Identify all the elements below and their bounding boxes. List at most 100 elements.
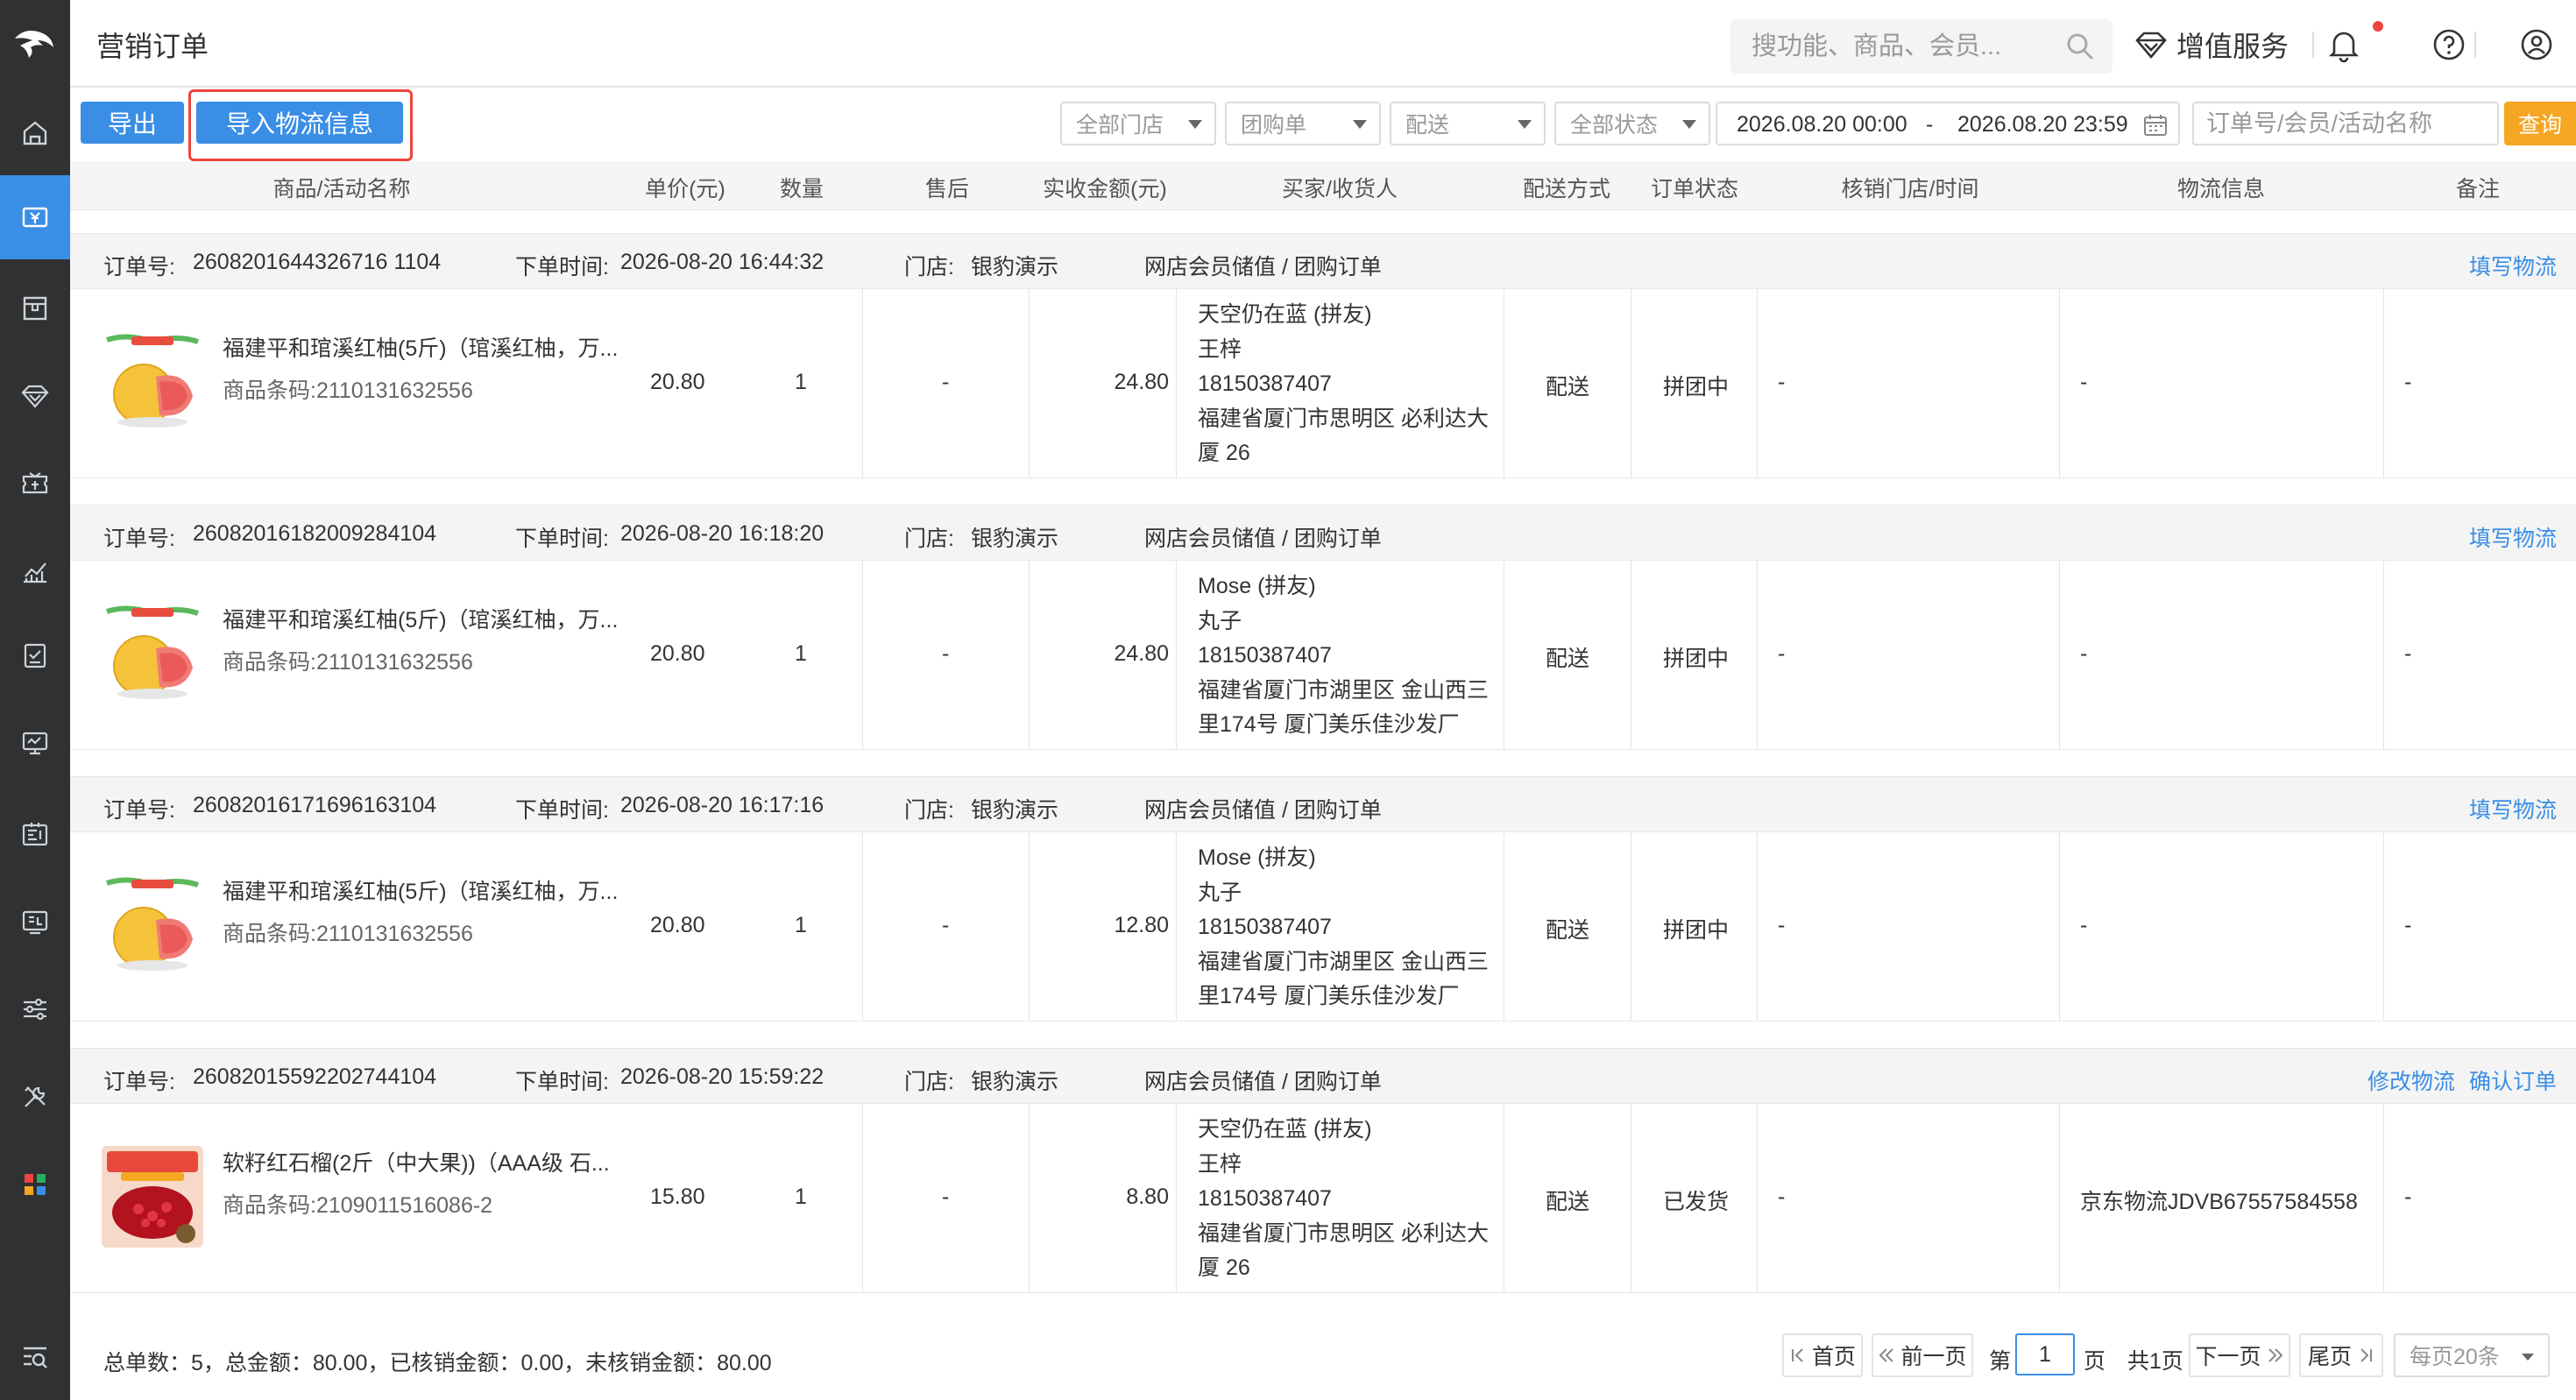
logistics-info: - — [2080, 370, 2088, 394]
date-range-picker[interactable]: 2026.08.20 00:00 - 2026.08.20 23:59 — [1716, 102, 2180, 145]
product-name[interactable]: 福建平和琯溪红柚(5斤)（琯溪红柚，万... — [223, 331, 618, 363]
tools-icon — [25, 1086, 46, 1107]
product-name[interactable]: 福建平和琯溪红柚(5斤)（琯溪红柚，万... — [223, 603, 618, 634]
search-icon[interactable] — [2065, 32, 2095, 61]
product-code: 商品条码:2110131632556 — [223, 916, 473, 948]
help-icon[interactable] — [2431, 26, 2467, 63]
global-search-input[interactable] — [1730, 19, 2063, 74]
sidebar-item-goods[interactable] — [0, 266, 70, 350]
order-action-primary[interactable]: 填写物流 — [2469, 521, 2557, 553]
per-page-select[interactable]: 每页20条 — [2394, 1333, 2550, 1377]
sidebar-item-orders[interactable] — [0, 175, 70, 259]
first-page-button[interactable]: 首页 — [1782, 1333, 1863, 1377]
status-select-value: 全部状态 — [1570, 113, 1659, 138]
paid-amount: 24.80 — [1114, 370, 1169, 394]
next-page-label: 下一页 — [2195, 1345, 2261, 1369]
id-card-icon — [22, 823, 48, 846]
after-sale: - — [942, 913, 950, 937]
divider — [2474, 32, 2476, 58]
pomelo-product-icon — [102, 603, 203, 704]
divider — [1176, 1104, 1177, 1293]
query-button[interactable]: 查询 — [2504, 102, 2576, 145]
diamond-icon — [2135, 32, 2167, 60]
last-page-icon — [2360, 1348, 2372, 1362]
product-image[interactable] — [102, 874, 203, 976]
global-search[interactable] — [1730, 19, 2112, 74]
sidebar-item-home[interactable] — [0, 91, 70, 175]
sidebar-item-tools[interactable] — [0, 1055, 70, 1139]
order-action-primary[interactable]: 确认订单 — [2469, 1064, 2557, 1096]
order-no[interactable]: 26082015592202744104 — [193, 1064, 436, 1090]
divider — [2383, 832, 2384, 1022]
sidebar-item-tasks[interactable] — [0, 613, 70, 697]
divider — [1757, 289, 1758, 478]
store-select[interactable]: 全部门店 — [1060, 102, 1216, 145]
receiver-address-line1: 福建省厦门市湖里区 金山西三 — [1198, 677, 1489, 703]
brand-logo-icon — [15, 31, 53, 58]
store-label: 门店: — [904, 1070, 954, 1094]
sidebar-item-apps[interactable] — [0, 1142, 70, 1227]
divider — [1757, 1104, 1758, 1293]
sidebar-item-settings[interactable] — [0, 967, 70, 1051]
order-source: 网店会员储值 / 团购订单 — [1144, 1070, 1382, 1094]
column-header: 数量 — [779, 177, 824, 202]
buyer-name: Mose (拼友) — [1198, 845, 1316, 870]
next-page-button[interactable]: 下一页 — [2189, 1333, 2290, 1377]
product-image[interactable] — [102, 603, 203, 704]
product-image[interactable] — [102, 1146, 203, 1248]
value-added-service-button[interactable]: 增值服务 — [2134, 23, 2289, 67]
delivery-select[interactable]: 配送 — [1390, 102, 1546, 145]
column-header: 订单状态 — [1650, 177, 1739, 202]
unit-price: 20.80 — [650, 641, 705, 666]
order-action-primary[interactable]: 填写物流 — [2469, 793, 2557, 824]
highlight-box — [188, 89, 413, 161]
order-action-primary[interactable]: 填写物流 — [2469, 250, 2557, 281]
status-select[interactable]: 全部状态 — [1554, 102, 1710, 145]
buyer-name: Mose (拼友) — [1198, 574, 1316, 598]
double-chevron-right-icon — [2268, 1348, 2282, 1362]
remark: - — [2404, 913, 2412, 937]
sidebar-item-cashier[interactable] — [0, 880, 70, 964]
sidebar-item-marketing[interactable] — [0, 442, 70, 526]
order-action-secondary[interactable]: 修改物流 — [2367, 1064, 2455, 1096]
column-header: 核销门店/时间 — [1841, 177, 1979, 202]
product-image[interactable] — [102, 331, 203, 433]
bell-icon[interactable] — [2325, 26, 2362, 63]
menu-search-icon — [24, 1347, 47, 1368]
unit-price: 20.80 — [650, 913, 705, 937]
product-code-label: 商品条码: — [223, 650, 316, 675]
page-number-input[interactable] — [2015, 1333, 2075, 1375]
sidebar-item-members[interactable] — [0, 354, 70, 438]
divider — [1029, 1104, 1030, 1293]
export-button[interactable]: 导出 — [81, 102, 184, 144]
user-account-icon[interactable] — [2518, 26, 2555, 63]
sidebar-item-staff[interactable] — [0, 792, 70, 876]
divider — [2059, 832, 2060, 1022]
after-sale: - — [942, 641, 950, 666]
order-type-select[interactable]: 团购单 — [1225, 102, 1381, 145]
order-search-input[interactable] — [2192, 102, 2499, 145]
order-no[interactable]: 26082016171696163104 — [193, 793, 436, 818]
order-time: 2026-08-20 16:18:20 — [620, 521, 824, 546]
product-name[interactable]: 软籽红石榴(2斤（中大果))（AAA级 石... — [223, 1146, 610, 1177]
sidebar-item-reports[interactable] — [0, 529, 70, 613]
product-code: 商品条码:2109011516086-2 — [223, 1188, 492, 1220]
product-name[interactable]: 福建平和琯溪红柚(5斤)（琯溪红柚，万... — [223, 874, 618, 906]
order-no[interactable]: 26082016182009284104 — [193, 521, 436, 547]
calendar-icon[interactable] — [2143, 114, 2168, 137]
sidebar-item-search-menu[interactable] — [0, 1314, 70, 1398]
double-chevron-left-icon — [1879, 1348, 1894, 1362]
last-page-button[interactable]: 尾页 — [2299, 1333, 2383, 1377]
divider — [1757, 561, 1758, 750]
order-card: 订单号: 26082016182009284104 下单时间: 2026-08-… — [70, 505, 2576, 750]
sidebar-item-monitor[interactable] — [0, 701, 70, 785]
prev-page-button[interactable]: 前一页 — [1872, 1333, 1973, 1377]
pomegranate-product-icon — [102, 1146, 203, 1248]
order-status: 拼团中 — [1663, 918, 1730, 943]
logo[interactable] — [0, 0, 70, 88]
date-start: 2026.08.20 00:00 — [1737, 112, 1907, 137]
order-no[interactable]: 2608201644326716 1104 — [193, 250, 441, 275]
receiver-address-line2: 厦 26 — [1198, 441, 1250, 465]
order-no-label: 订单号: — [103, 798, 175, 823]
receiver-name: 丸子 — [1198, 880, 1242, 905]
